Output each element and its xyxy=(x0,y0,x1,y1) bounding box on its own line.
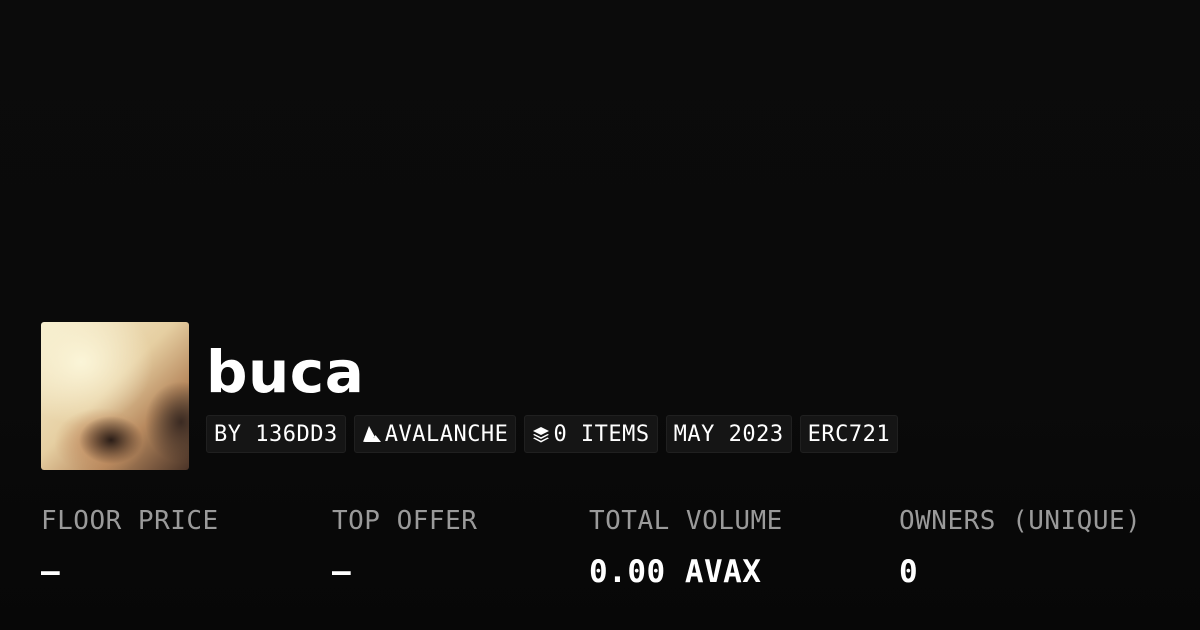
collection-card: buca BY 136DD3 AVALANCHE 0 ITEMS MAY 202… xyxy=(0,0,1200,630)
owners-value: 0 xyxy=(899,554,919,590)
items-label: 0 ITEMS xyxy=(553,421,650,447)
collection-avatar xyxy=(41,322,189,470)
creator-label: BY 136DD3 xyxy=(214,421,338,447)
top-offer-value: – xyxy=(332,554,352,590)
total-volume-label: TOTAL VOLUME xyxy=(589,506,783,536)
floor-price-value: – xyxy=(41,554,61,590)
chain-label: AVALANCHE xyxy=(384,421,509,447)
owners-label: OWNERS (UNIQUE) xyxy=(899,506,1142,536)
top-offer-label: TOP OFFER xyxy=(332,506,478,536)
total-volume-stat: TOTAL VOLUME 0.00 AVAX xyxy=(589,503,783,591)
date-tag: MAY 2023 xyxy=(665,415,792,453)
standard-label: ERC721 xyxy=(807,421,891,447)
collection-stats: FLOOR PRICE – TOP OFFER – TOTAL VOLUME 0… xyxy=(0,503,1200,603)
date-label: MAY 2023 xyxy=(673,421,784,447)
top-offer-stat: TOP OFFER – xyxy=(332,503,477,591)
floor-price-stat: FLOOR PRICE – xyxy=(41,503,219,591)
avalanche-icon xyxy=(362,425,382,443)
collection-title: buca xyxy=(206,338,365,406)
items-tag[interactable]: 0 ITEMS xyxy=(524,415,658,453)
creator-tag[interactable]: BY 136DD3 xyxy=(206,415,346,453)
total-volume-value: 0.00 AVAX xyxy=(589,554,762,590)
owners-stat: OWNERS (UNIQUE) 0 xyxy=(899,503,1141,591)
floor-price-label: FLOOR PRICE xyxy=(41,506,219,536)
chain-tag[interactable]: AVALANCHE xyxy=(353,415,517,453)
standard-tag: ERC721 xyxy=(799,415,899,453)
collection-tags: BY 136DD3 AVALANCHE 0 ITEMS MAY 2023 ERC… xyxy=(206,415,899,453)
layers-icon xyxy=(532,425,550,443)
